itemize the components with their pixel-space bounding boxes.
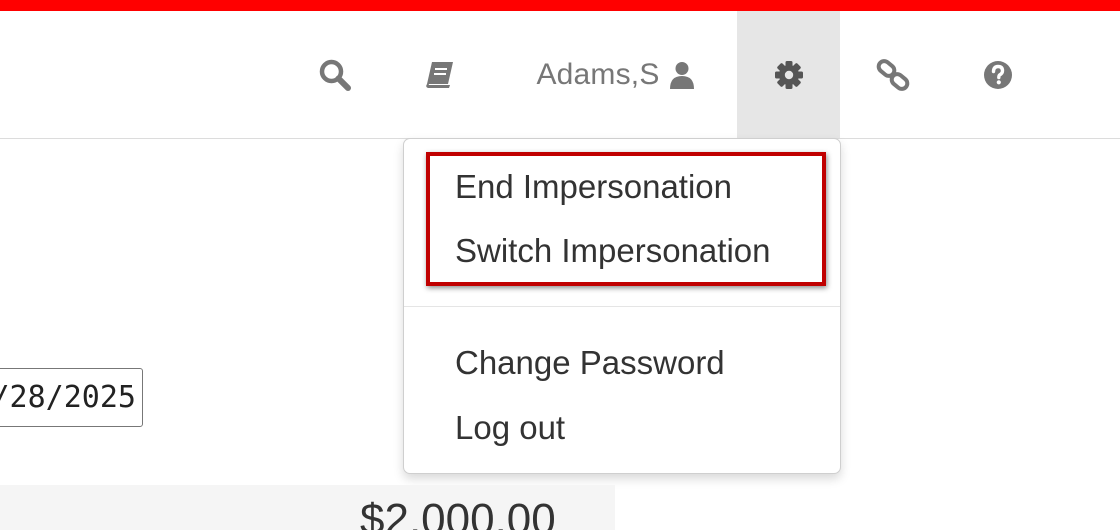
- top-navbar: Adams,S: [0, 11, 1120, 139]
- settings-dropdown-menu: End Impersonation Switch Impersonation C…: [403, 138, 841, 474]
- date-input[interactable]: [0, 368, 143, 427]
- amount-value: $2,000.00: [360, 495, 556, 530]
- search-icon: [319, 59, 351, 91]
- top-accent-bar: [0, 0, 1120, 11]
- book-button[interactable]: [405, 11, 475, 138]
- help-button[interactable]: [963, 11, 1033, 138]
- end-impersonation-item[interactable]: End Impersonation: [455, 167, 732, 207]
- amount-row: $2,000.00: [0, 485, 615, 530]
- gear-icon: [774, 60, 803, 89]
- book-icon: [426, 61, 453, 88]
- user-menu[interactable]: Adams,S: [515, 11, 715, 138]
- user-name: Adams,S: [536, 57, 660, 91]
- menu-divider: [404, 306, 840, 307]
- links-button[interactable]: [858, 11, 928, 138]
- help-icon: [984, 60, 1012, 89]
- log-out-item[interactable]: Log out: [455, 408, 565, 448]
- settings-button[interactable]: [737, 11, 840, 138]
- switch-impersonation-item[interactable]: Switch Impersonation: [455, 231, 770, 271]
- link-icon: [876, 58, 910, 91]
- change-password-item[interactable]: Change Password: [455, 343, 725, 383]
- user-icon: [669, 61, 694, 89]
- search-button[interactable]: [300, 11, 370, 138]
- page: Adams,S End Impersonation Switch Imperso…: [0, 0, 1120, 530]
